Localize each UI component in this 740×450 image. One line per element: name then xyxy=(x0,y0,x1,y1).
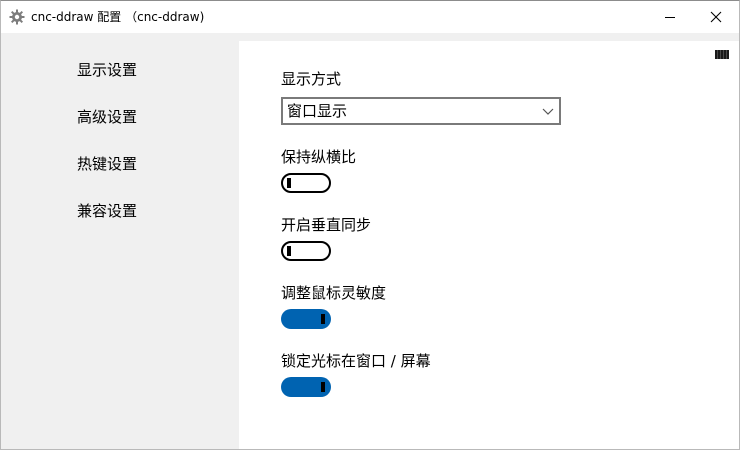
display-mode-select[interactable]: 窗口显示 xyxy=(281,97,561,125)
close-icon xyxy=(710,11,722,23)
mouse-sensitivity-toggle[interactable] xyxy=(281,309,331,329)
resize-grip-icon xyxy=(715,50,729,59)
aspect-ratio-label: 保持纵横比 xyxy=(281,148,357,166)
app-window: cnc-ddraw 配置 （cnc-ddraw) 显示设置 高级设置 热键设置 … xyxy=(0,0,740,450)
title-bar[interactable]: cnc-ddraw 配置 （cnc-ddraw) xyxy=(1,1,739,33)
mouse-sensitivity-label: 调整鼠标灵敏度 xyxy=(281,284,387,302)
display-mode-label: 显示方式 xyxy=(281,70,342,88)
sidebar-nav: 显示设置 高级设置 热键设置 兼容设置 xyxy=(1,33,239,449)
vsync-label: 开启垂直同步 xyxy=(281,216,372,234)
window-title: cnc-ddraw 配置 （cnc-ddraw) xyxy=(31,10,205,24)
sidebar-item-advanced[interactable]: 高级设置 xyxy=(1,101,213,133)
chevron-down-icon xyxy=(542,108,554,115)
toggle-knob xyxy=(321,314,325,324)
lock-cursor-label: 锁定光标在窗口 / 屏幕 xyxy=(281,352,431,370)
vsync-toggle[interactable] xyxy=(281,241,331,261)
minimize-button[interactable] xyxy=(647,1,693,33)
toggle-knob xyxy=(287,178,291,188)
sidebar-item-display[interactable]: 显示设置 xyxy=(1,54,213,86)
aspect-ratio-toggle[interactable] xyxy=(281,173,331,193)
display-mode-value: 窗口显示 xyxy=(287,102,348,120)
lock-cursor-toggle[interactable] xyxy=(281,377,331,397)
gear-icon xyxy=(9,9,25,25)
settings-panel: 显示方式 窗口显示 保持纵横比 开启垂直同步 调整鼠标灵敏度 锁定光标在窗口 /… xyxy=(239,41,739,449)
toggle-knob xyxy=(287,246,291,256)
sidebar-item-hotkeys[interactable]: 热键设置 xyxy=(1,148,213,180)
close-button[interactable] xyxy=(693,1,739,33)
sidebar-item-compatibility[interactable]: 兼容设置 xyxy=(1,195,213,227)
minimize-icon xyxy=(665,17,675,18)
toggle-knob xyxy=(321,382,325,392)
